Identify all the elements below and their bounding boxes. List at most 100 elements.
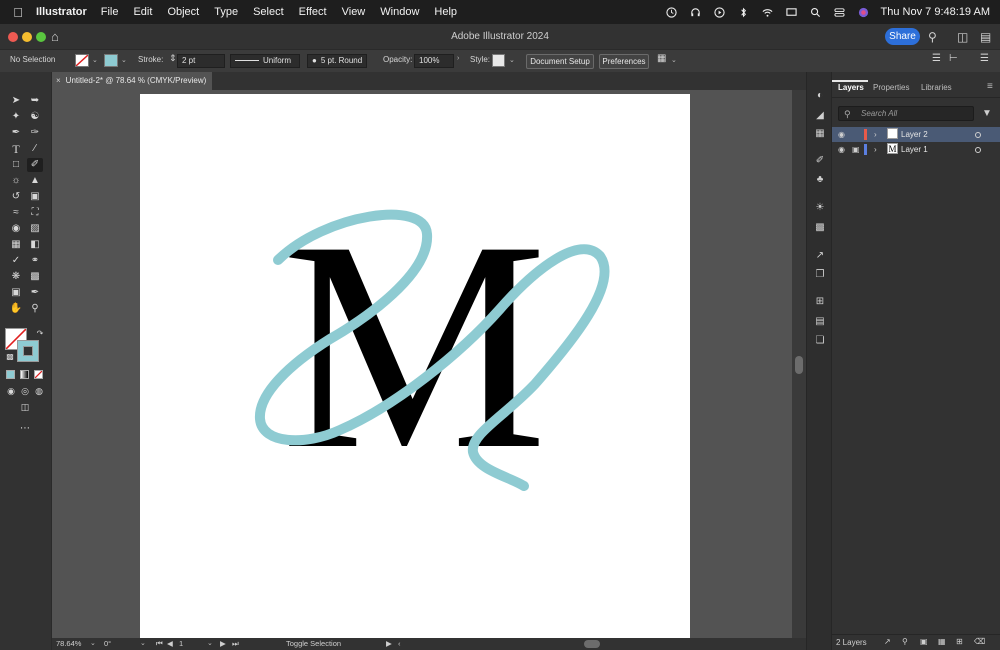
layer-name[interactable]: Layer 2 — [901, 127, 928, 142]
zoom-tool-icon[interactable]: ⚲ — [27, 302, 43, 316]
align-panel-icon[interactable]: ▤ — [813, 316, 827, 328]
transform-icon[interactable]: ⊢ — [949, 53, 958, 64]
artboard-tool-icon[interactable]: ▣ — [8, 286, 24, 300]
expand-layer-chevron-icon[interactable]: › — [874, 142, 877, 157]
lasso-tool-icon[interactable]: ☯ — [27, 110, 43, 124]
layer-row-layer-2[interactable]: ◉ › Layer 2 — [832, 127, 1000, 142]
siri-icon[interactable] — [857, 7, 870, 18]
app-menu[interactable]: Illustrator — [36, 6, 87, 18]
document-tab[interactable]: × Untitled-2* @ 78.64 % (CMYK/Preview) — [52, 72, 212, 90]
default-fill-stroke-icon[interactable]: ▩ — [2, 350, 18, 364]
shaper-tool-icon[interactable]: ☼ — [8, 174, 24, 188]
menu-select[interactable]: Select — [253, 6, 284, 18]
panel-options-icon[interactable]: ≡ — [987, 81, 993, 92]
headphones-icon[interactable] — [689, 7, 702, 18]
close-tab-icon[interactable]: × — [56, 76, 61, 85]
direct-selection-tool-icon[interactable]: ➥ — [27, 94, 43, 108]
menu-window[interactable]: Window — [380, 6, 419, 18]
arrange-documents-icon[interactable]: ◫ — [957, 30, 968, 44]
next-artboard-icon[interactable]: ▶ — [220, 639, 226, 648]
export-layers-icon[interactable]: ↗ — [884, 637, 891, 646]
mesh-tool-icon[interactable]: ▦ — [8, 238, 24, 252]
last-artboard-icon[interactable]: ⏭ — [232, 639, 239, 649]
symbols-icon[interactable]: ♣ — [813, 174, 827, 186]
locate-object-icon[interactable]: ⚲ — [902, 637, 908, 646]
previous-artboard-icon[interactable]: ◀ — [167, 639, 173, 648]
none-mode-button[interactable] — [34, 370, 43, 379]
curvature-tool-icon[interactable]: ✑ — [27, 126, 43, 140]
rectangle-tool-icon[interactable]: □ — [8, 158, 24, 172]
brush-select[interactable]: ● 5 pt. Round — [307, 54, 367, 68]
export-icon[interactable]: ↗ — [813, 250, 827, 262]
fill-none-swatch[interactable] — [75, 54, 89, 67]
artboard[interactable]: M — [140, 94, 690, 638]
wifi-icon[interactable] — [761, 7, 774, 18]
vertical-scrollbar[interactable] — [792, 90, 806, 638]
share-button[interactable]: Share — [885, 28, 920, 45]
filter-icon[interactable]: ▼ — [982, 108, 992, 119]
rotation-input[interactable]: 0° — [104, 639, 111, 648]
layer-target-circle[interactable] — [975, 147, 981, 153]
tab-properties[interactable]: Properties — [873, 83, 909, 92]
zoom-level-input[interactable]: 78.64% — [56, 639, 81, 648]
search-icon[interactable] — [809, 7, 822, 18]
gradient-tool-icon[interactable]: ◧ — [27, 238, 43, 252]
selection-tool-icon[interactable]: ➤ — [8, 94, 24, 108]
expand-layer-chevron-icon[interactable]: › — [874, 127, 877, 142]
status-left-arrow-icon[interactable]: ‹ — [398, 639, 401, 648]
arrange-chevron-icon[interactable]: ⌄ — [671, 56, 677, 64]
new-sublayer-icon[interactable]: ▦ — [938, 637, 946, 646]
stroke-color-box[interactable] — [17, 340, 39, 362]
layer-row-layer-1[interactable]: ◉ ▣ › M Layer 1 — [832, 142, 1000, 157]
layer-target-circle[interactable] — [975, 132, 981, 138]
draw-inside-icon[interactable]: ◍ — [31, 384, 47, 398]
stroke-color-swatch[interactable] — [104, 54, 118, 67]
type-tool-icon[interactable]: T — [8, 142, 24, 156]
menu-file[interactable]: File — [101, 6, 119, 18]
magic-wand-tool-icon[interactable]: ✦ — [8, 110, 24, 124]
edit-toolbar-icon[interactable]: ⋯ — [17, 422, 33, 436]
blend-tool-icon[interactable]: ⚭ — [27, 254, 43, 268]
warp-tool-icon[interactable]: ≈ — [8, 206, 24, 220]
menu-effect[interactable]: Effect — [299, 6, 327, 18]
column-graph-tool-icon[interactable]: ▩ — [27, 270, 43, 284]
color-panel-icon[interactable]: ◐ — [813, 90, 827, 102]
brushes-icon[interactable]: ✐ — [813, 155, 827, 167]
stroke-profile-select[interactable]: Uniform — [230, 54, 300, 68]
canvas-area[interactable]: M — [52, 90, 796, 638]
vertical-scroll-thumb[interactable] — [795, 356, 803, 374]
slice-tool-icon[interactable]: ✒ — [27, 286, 43, 300]
layers-search-input[interactable]: Search All — [838, 106, 974, 121]
lock-icon[interactable]: ▣ — [852, 142, 860, 157]
fill-dropdown-chevron-icon[interactable]: ⌄ — [92, 56, 98, 64]
menu-edit[interactable]: Edit — [133, 6, 152, 18]
time-machine-icon[interactable] — [665, 6, 678, 18]
symbol-sprayer-tool-icon[interactable]: ❋ — [8, 270, 24, 284]
make-clipping-mask-icon[interactable]: ▣ — [920, 637, 928, 646]
artboard-number-input[interactable]: 1 — [179, 639, 183, 648]
rotation-chevron-icon[interactable]: ⌄ — [140, 639, 146, 647]
tab-libraries[interactable]: Libraries — [921, 83, 952, 92]
visibility-eye-icon[interactable]: ◉ — [838, 142, 845, 157]
graphic-style-swatch[interactable] — [492, 54, 505, 67]
artboards-icon[interactable]: ❐ — [813, 269, 827, 281]
align-icon[interactable]: ☰ — [932, 53, 941, 64]
control-center-icon[interactable] — [833, 7, 846, 18]
menu-help[interactable]: Help — [434, 6, 457, 18]
visibility-eye-icon[interactable]: ◉ — [838, 127, 845, 142]
apple-menu-icon[interactable]:  — [0, 5, 36, 20]
search-help-icon[interactable]: ⚲ — [928, 30, 937, 44]
style-chevron-icon[interactable]: ⌄ — [509, 56, 515, 64]
color-mode-button[interactable] — [6, 370, 15, 379]
horizontal-scroll-thumb[interactable] — [584, 640, 600, 648]
shape-builder-tool-icon[interactable]: ◉ — [8, 222, 24, 236]
pathfinder-icon[interactable]: ❏ — [813, 335, 827, 347]
rotate-tool-icon[interactable]: ↺ — [8, 190, 24, 204]
pen-tool-icon[interactable]: ✒ — [8, 126, 24, 140]
menubar-clock[interactable]: Thu Nov 7 9:48:19 AM — [881, 6, 990, 18]
delete-layer-icon[interactable]: ⌫ — [974, 637, 985, 646]
preferences-button[interactable]: Preferences — [599, 54, 649, 69]
line-tool-icon[interactable]: ∕ — [27, 142, 43, 156]
swatches-icon[interactable]: ▦ — [813, 128, 827, 140]
graphic-styles-icon[interactable]: ▩ — [813, 222, 827, 234]
